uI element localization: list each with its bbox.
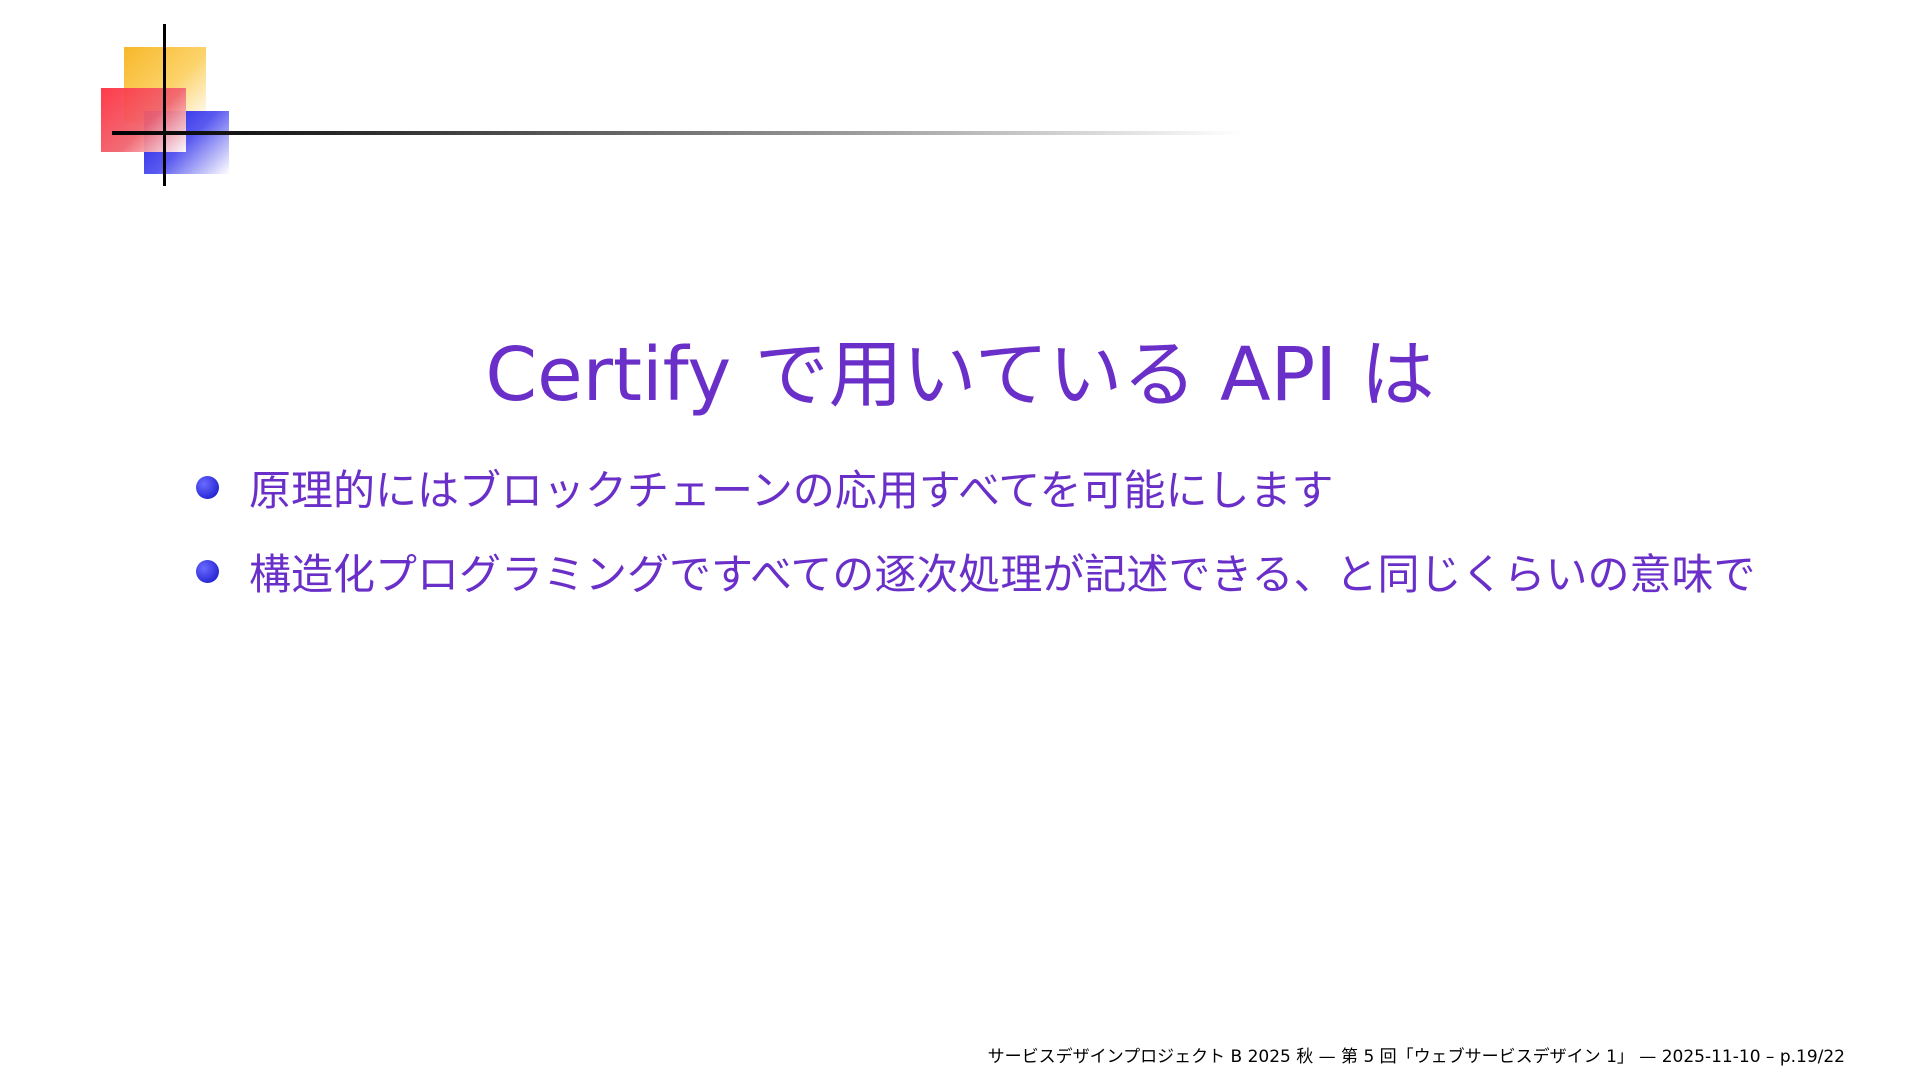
bullet-item: 原理的にはブロックチェーンの応用すべてを可能にします xyxy=(196,445,1896,529)
bullet-dot-icon xyxy=(196,559,219,583)
bullet-list: 原理的にはブロックチェーンの応用すべてを可能にします 構造化プログラミングですべ… xyxy=(196,445,1896,613)
slide-title: Certify で用いている API は xyxy=(485,332,1435,418)
slide-footer: サービスデザインプロジェクト B 2025 秋 — 第 5 回「ウェブサービスデ… xyxy=(987,1047,1845,1067)
bullet-dot-icon xyxy=(196,475,219,499)
bullet-text: 構造化プログラミングですべての逐次処理が記述できる、と同じくらいの意味で xyxy=(249,549,1756,599)
slide-logo xyxy=(0,0,260,200)
header-rule xyxy=(112,131,1242,135)
logo-red-square xyxy=(101,88,186,152)
bullet-text: 原理的にはブロックチェーンの応用すべてを可能にします xyxy=(249,465,1334,515)
logo-vertical-line xyxy=(163,24,166,186)
bullet-item: 構造化プログラミングですべての逐次処理が記述できる、と同じくらいの意味で xyxy=(196,529,1896,613)
